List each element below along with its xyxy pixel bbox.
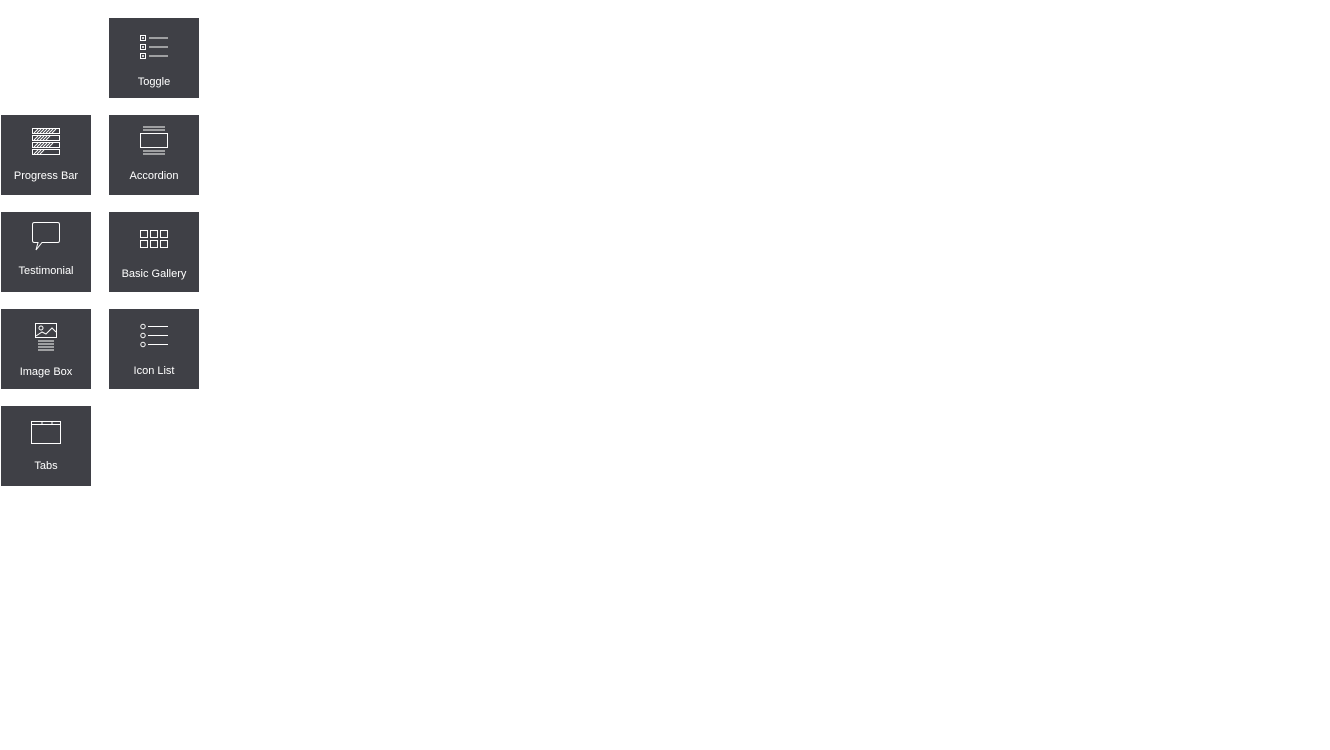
gallery-icon bbox=[109, 229, 199, 249]
toggle-icon bbox=[109, 33, 199, 61]
widget-testimonial[interactable]: Testimonial bbox=[1, 212, 91, 292]
widget-basic-gallery[interactable]: Basic Gallery bbox=[109, 212, 199, 292]
widget-label: Image Box bbox=[19, 366, 73, 378]
widget-label: Progress Bar bbox=[13, 170, 79, 182]
widget-icon-list[interactable]: Icon List bbox=[109, 309, 199, 389]
widget-label: Basic Gallery bbox=[121, 268, 187, 280]
widget-label: Tabs bbox=[34, 460, 58, 472]
widget-label: Icon List bbox=[133, 365, 175, 377]
image-box-icon bbox=[1, 322, 91, 354]
widget-label: Testimonial bbox=[18, 265, 74, 277]
widget-image-box[interactable]: Image Box bbox=[1, 309, 91, 389]
widget-label: Accordion bbox=[129, 170, 179, 182]
widget-accordion[interactable]: Accordion bbox=[109, 115, 199, 195]
progress-bar-icon bbox=[1, 127, 91, 157]
icon-list-icon bbox=[109, 323, 199, 349]
tabs-icon bbox=[1, 419, 91, 445]
widget-label: Toggle bbox=[137, 76, 171, 88]
testimonial-icon bbox=[1, 221, 91, 253]
accordion-icon bbox=[109, 125, 199, 157]
widget-progress-bar[interactable]: Progress Bar bbox=[1, 115, 91, 195]
widget-toggle[interactable]: Toggle bbox=[109, 18, 199, 98]
widget-tabs[interactable]: Tabs bbox=[1, 406, 91, 486]
